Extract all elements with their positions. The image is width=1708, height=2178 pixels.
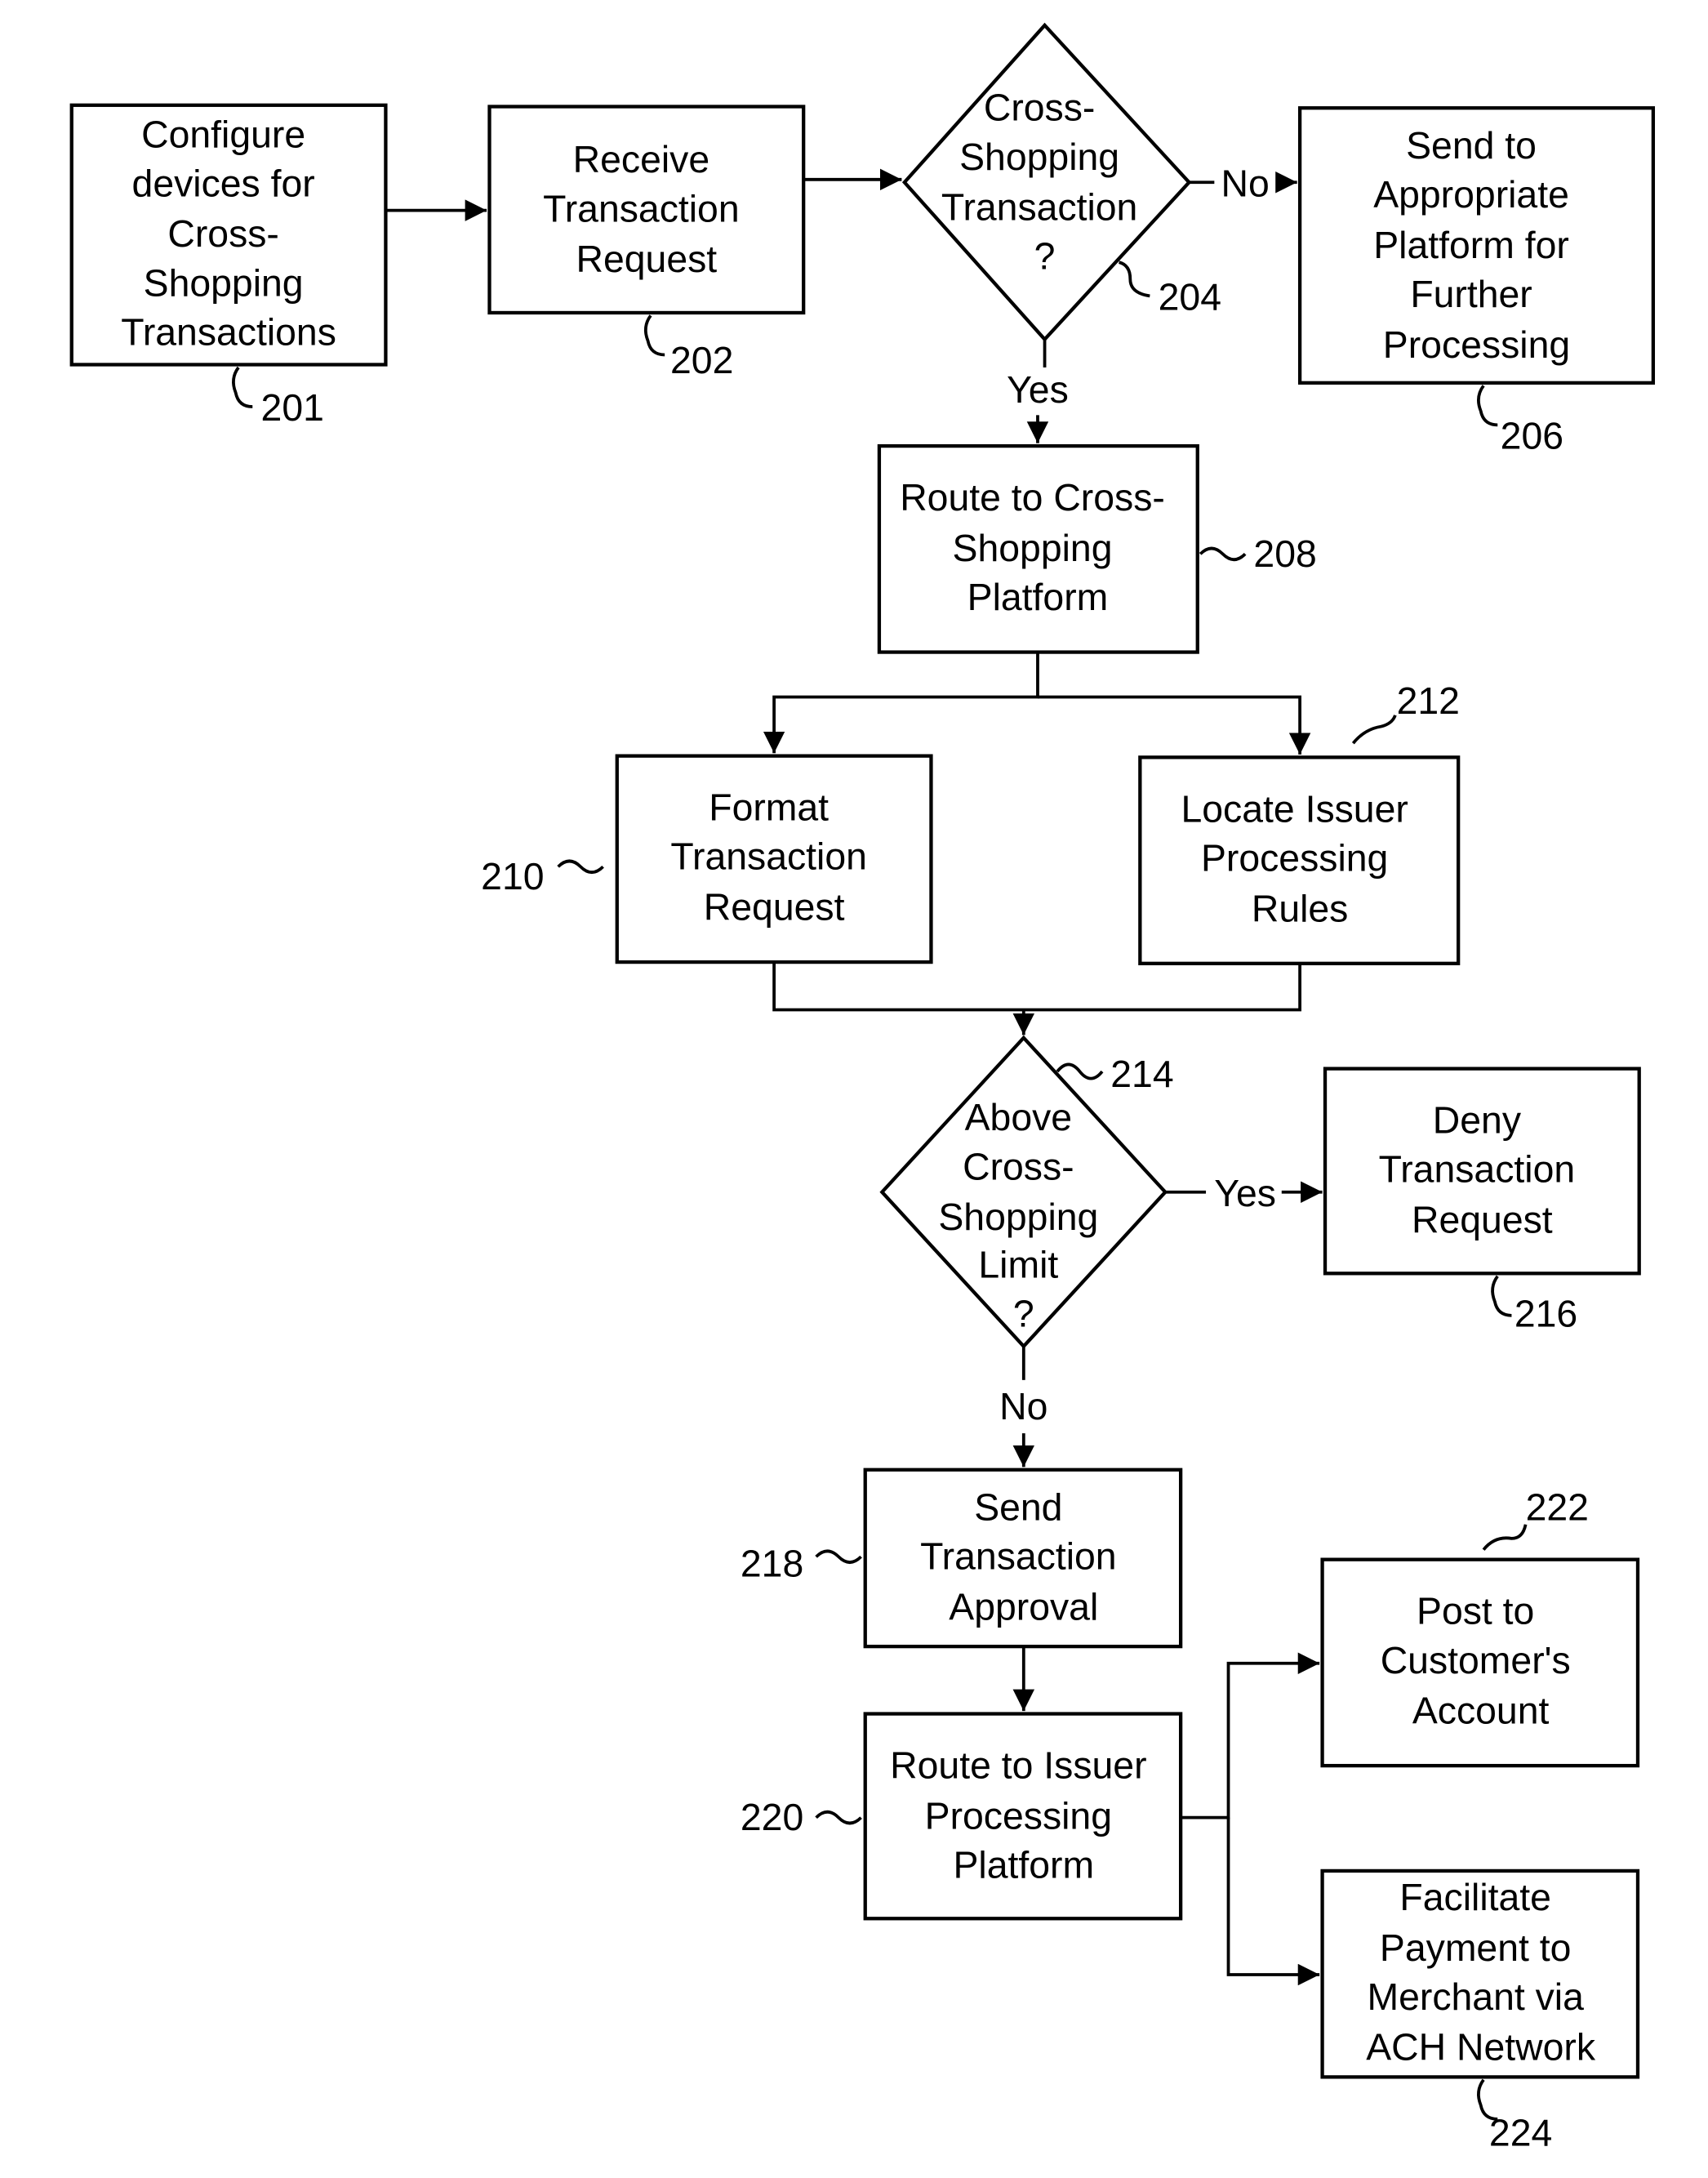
node-224-facilitate-ach-payment: Facilitate Payment to Merchant via ACH N… [1320, 1868, 1640, 2154]
node-220-route-issuer-platform: Route to Issuer Processing Platform 220 [741, 1712, 1183, 1921]
edge-label-no-204: No [1221, 162, 1269, 204]
node-210-format-request: Format Transaction Request 210 [481, 754, 933, 964]
edge-220-224 [1226, 1817, 1320, 1986]
ref-220: 220 [741, 1796, 803, 1838]
ref-214: 214 [1110, 1053, 1173, 1095]
ref-222: 222 [1526, 1486, 1589, 1529]
ref-218: 218 [741, 1542, 803, 1584]
node-206-send-to-platform: Send to Appropriate Platform for Further… [1297, 106, 1656, 457]
node-208-route-cross-shopping: Route to Cross- Shopping Platform 208 [877, 443, 1317, 654]
edge-join-210-212 [772, 962, 1301, 1012]
decision-204-cross-shopping: Cross- Shopping Transaction ? 204 [901, 22, 1221, 342]
node-201-configure-devices: Configure devices for Cross- Shopping Tr… [69, 103, 388, 429]
ref-201: 201 [261, 386, 324, 429]
edge-208-212 [1037, 695, 1311, 755]
ref-202: 202 [670, 339, 733, 381]
edge-label-yes-214: Yes [1214, 1172, 1276, 1214]
ref-210: 210 [481, 855, 544, 897]
ref-208: 208 [1253, 532, 1316, 575]
node-222-post-to-account: Post to Customer's Account 222 [1320, 1486, 1640, 1768]
edge-label-no-214: No [999, 1385, 1047, 1428]
node-216-deny-request: Deny Transaction Request 216 [1323, 1067, 1641, 1335]
edge-208-210 [763, 652, 1039, 754]
ref-216: 216 [1515, 1293, 1577, 1335]
ref-206: 206 [1501, 415, 1563, 457]
ref-204: 204 [1159, 276, 1221, 318]
node-218-send-approval: Send Transaction Approval 218 [741, 1468, 1183, 1649]
flowchart: Configure devices for Cross- Shopping Tr… [69, 22, 1656, 2154]
edge-label-yes-204: Yes [1007, 368, 1069, 411]
decision-214-above-limit: Above Cross- Shopping Limit ? 214 [879, 1035, 1174, 1349]
ref-224: 224 [1489, 2112, 1552, 2154]
node-202-receive-request: Receive Transaction Request 202 [487, 105, 806, 381]
ref-212: 212 [1397, 679, 1460, 722]
edge-220-222 [1181, 1652, 1320, 1819]
